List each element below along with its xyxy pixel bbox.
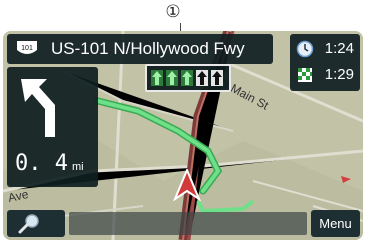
bottom-bar — [7, 210, 307, 237]
distance-to-turn: 0. 4 mi — [15, 151, 84, 176]
lane-arrow-icon — [166, 70, 178, 86]
turn-left-arrow-icon — [21, 79, 55, 137]
message-area — [69, 212, 307, 235]
arrival-time-row: 1:29 — [294, 64, 358, 86]
current-street-bar[interactable]: 101 US-101 N/Hollywood Fwy — [7, 34, 273, 64]
lane-arrow-icon — [196, 70, 208, 86]
menu-button[interactable]: Menu — [311, 210, 360, 237]
route-shield-number: 101 — [21, 45, 33, 52]
search-button[interactable] — [7, 210, 65, 237]
clock-icon — [296, 40, 314, 58]
distance-value: 0. 4 — [15, 151, 68, 176]
route-shield-icon: 101 — [17, 41, 37, 54]
arrival-time: 1:29 — [324, 66, 354, 83]
lane-arrow-icon — [211, 70, 223, 86]
magnifier-icon — [18, 214, 39, 234]
navigation-screen: N Main St Ave 101 US-101 N/Hollywood Fwy… — [3, 31, 363, 240]
lane-arrow-icon — [151, 70, 163, 86]
distance-unit: mi — [71, 161, 84, 173]
time-panel[interactable]: 1:24 1:29 — [290, 34, 360, 91]
current-time-row: 1:24 — [294, 38, 358, 60]
current-time: 1:24 — [324, 40, 354, 57]
lane-arrow-icon — [181, 70, 193, 86]
lane-guidance — [145, 64, 231, 92]
callout-number: ① — [165, 2, 181, 22]
vehicle-position-icon — [173, 169, 201, 201]
street-name: US-101 N/Hollywood Fwy — [51, 39, 245, 58]
checkered-flag-icon — [298, 68, 312, 82]
turn-guidance-panel[interactable]: 0. 4 mi — [7, 67, 98, 187]
